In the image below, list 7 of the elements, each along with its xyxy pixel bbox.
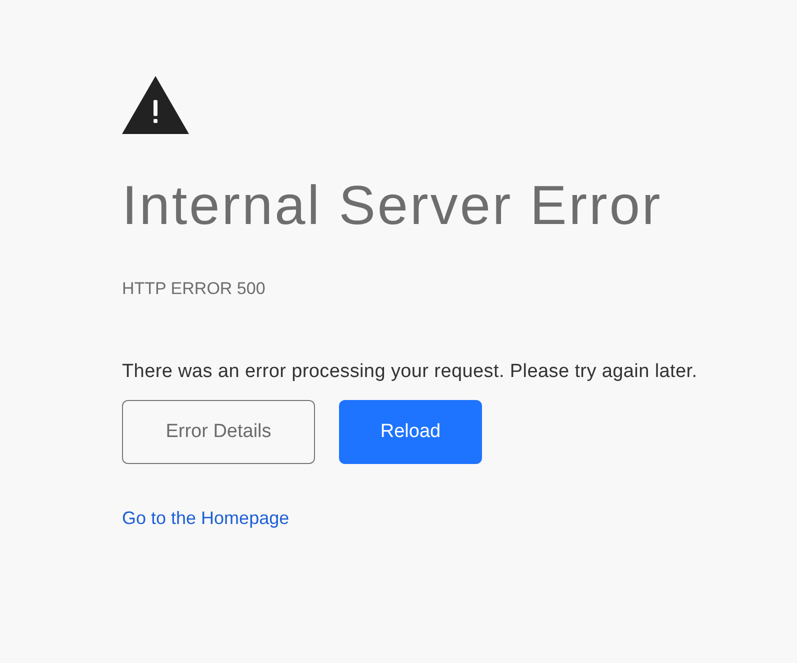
error-title: Internal Server Error: [122, 173, 662, 238]
warning-icon: [122, 76, 189, 134]
error-code: HTTP ERROR 500: [122, 278, 266, 300]
reload-button[interactable]: Reload: [339, 400, 482, 464]
homepage-link[interactable]: Go to the Homepage: [122, 506, 290, 530]
details-button[interactable]: Error Details: [122, 400, 315, 464]
error-message: There was an error processing your request. Please try again later.: [122, 360, 698, 384]
